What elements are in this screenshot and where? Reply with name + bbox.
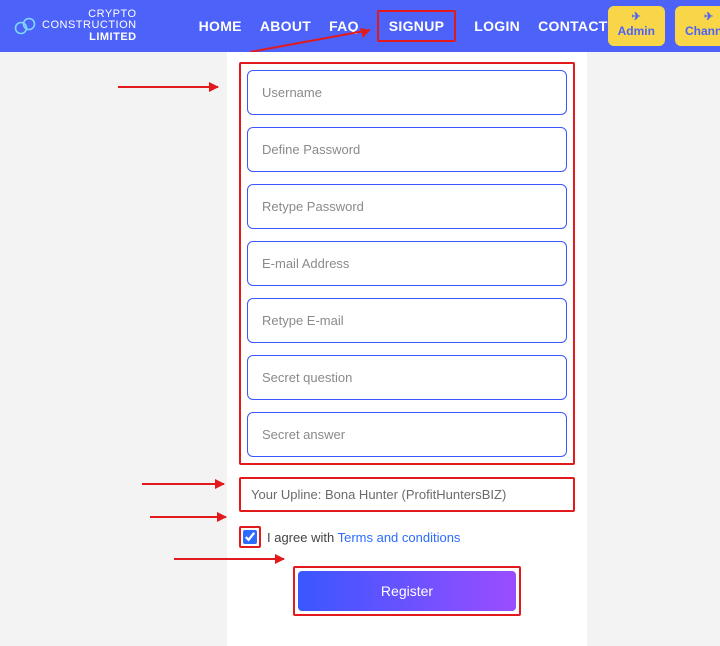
nav-signup[interactable]: SIGNUP bbox=[377, 10, 456, 42]
nav-login[interactable]: LOGIN bbox=[474, 18, 520, 34]
register-highlight: Register bbox=[293, 566, 521, 616]
annotation-arrow-upline bbox=[142, 483, 224, 485]
nav-contact[interactable]: CONTACT bbox=[538, 18, 608, 34]
password-field[interactable] bbox=[247, 127, 567, 172]
navbar: CRYPTO CONSTRUCTION LIMITED HOME ABOUT F… bbox=[0, 0, 720, 52]
brand-line1: CRYPTO CONSTRUCTION bbox=[42, 9, 137, 32]
annotation-arrow-register bbox=[174, 558, 284, 560]
nav-home[interactable]: HOME bbox=[199, 18, 242, 34]
terms-row: I agree with Terms and conditions bbox=[239, 526, 575, 548]
paper-plane-icon: ✈ bbox=[704, 12, 713, 23]
nav-actions: ✈ Admin ✈ Channel bbox=[608, 6, 720, 46]
retype-email-field[interactable] bbox=[247, 298, 567, 343]
admin-button[interactable]: ✈ Admin bbox=[608, 6, 665, 46]
secret-question-field[interactable] bbox=[247, 355, 567, 400]
brand-text: CRYPTO CONSTRUCTION LIMITED bbox=[42, 9, 137, 44]
username-field[interactable] bbox=[247, 70, 567, 115]
retype-password-field[interactable] bbox=[247, 184, 567, 229]
nav-about[interactable]: ABOUT bbox=[260, 18, 311, 34]
annotation-arrow-form bbox=[118, 86, 218, 88]
terms-checkbox[interactable] bbox=[243, 530, 257, 544]
signup-form bbox=[239, 62, 575, 465]
terms-checkbox-highlight bbox=[239, 526, 261, 548]
terms-label-text: I agree with bbox=[267, 530, 338, 545]
channel-button[interactable]: ✈ Channel bbox=[675, 6, 720, 46]
upline-info: Your Upline: Bona Hunter (ProfitHuntersB… bbox=[239, 477, 575, 512]
email-field[interactable] bbox=[247, 241, 567, 286]
annotation-arrow-checkbox bbox=[150, 516, 226, 518]
secret-answer-field[interactable] bbox=[247, 412, 567, 457]
register-button[interactable]: Register bbox=[298, 571, 516, 611]
channel-label: Channel bbox=[685, 24, 720, 38]
terms-link[interactable]: Terms and conditions bbox=[338, 530, 461, 545]
brand-line2: LIMITED bbox=[42, 32, 137, 44]
admin-label: Admin bbox=[618, 24, 655, 38]
terms-label: I agree with Terms and conditions bbox=[267, 530, 460, 545]
logo-icon bbox=[12, 13, 38, 39]
nav-links: HOME ABOUT FAQ SIGNUP LOGIN CONTACT bbox=[199, 10, 608, 42]
nav-faq[interactable]: FAQ bbox=[329, 18, 359, 34]
brand-logo[interactable]: CRYPTO CONSTRUCTION LIMITED bbox=[12, 9, 137, 44]
paper-plane-icon: ✈ bbox=[632, 12, 641, 23]
